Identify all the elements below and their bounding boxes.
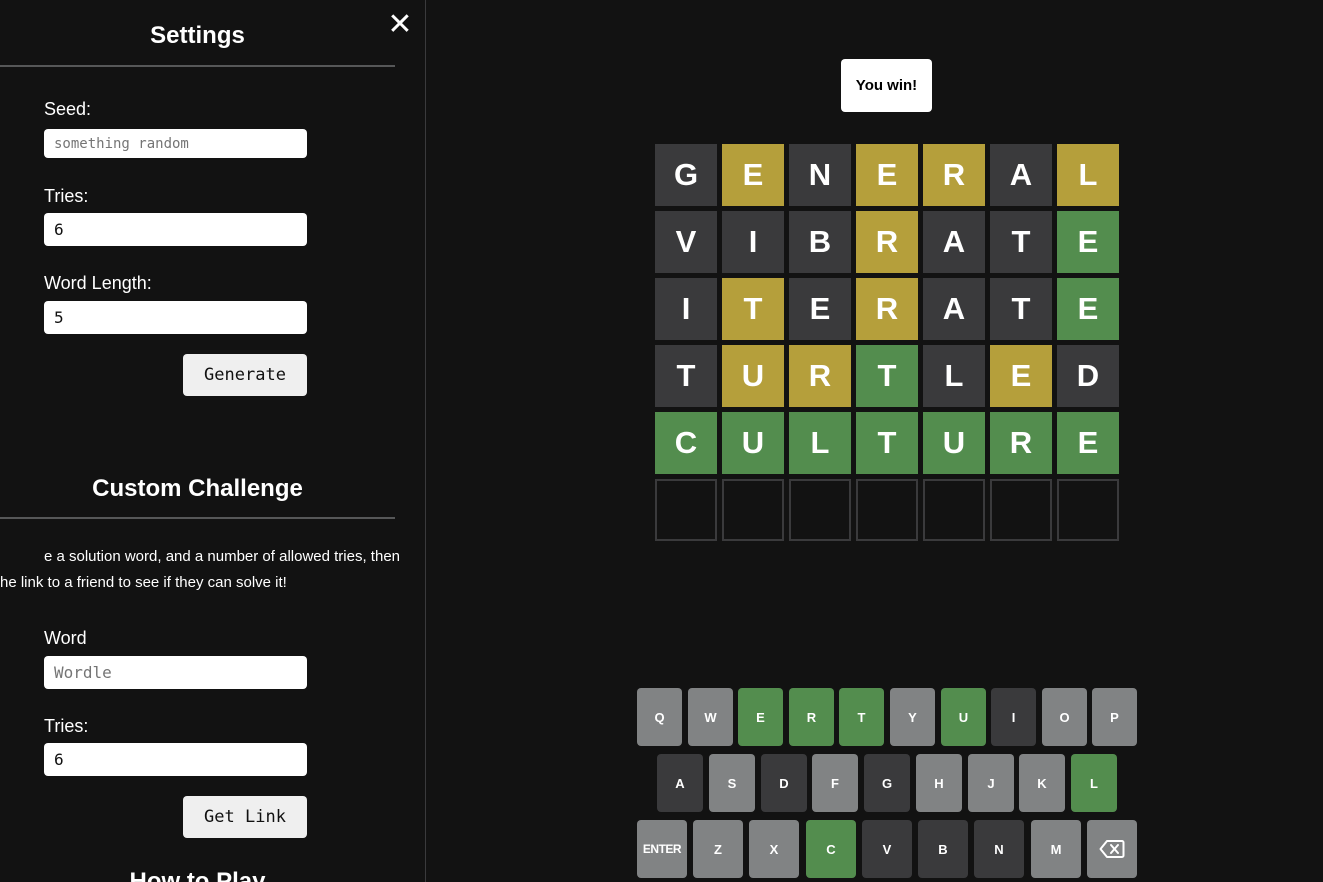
board-tile: T xyxy=(990,278,1052,340)
key-v[interactable]: V xyxy=(862,820,912,878)
key-k[interactable]: K xyxy=(1019,754,1065,812)
board-tile xyxy=(655,479,717,541)
board-tile: T xyxy=(856,345,918,407)
board-tile: R xyxy=(856,211,918,273)
word-length-input[interactable] xyxy=(44,301,307,334)
key-m[interactable]: M xyxy=(1031,820,1081,878)
key-t[interactable]: T xyxy=(839,688,884,746)
board-tile: U xyxy=(923,412,985,474)
board-tile: L xyxy=(789,412,851,474)
board-tile: C xyxy=(655,412,717,474)
custom-challenge-title: Custom Challenge xyxy=(92,475,303,502)
board-tile: A xyxy=(923,278,985,340)
key-a[interactable]: A xyxy=(657,754,703,812)
board-tile: E xyxy=(1057,278,1119,340)
board-tile: E xyxy=(990,345,1052,407)
settings-sidebar: ✕ Settings Seed: Tries: Word Length: Gen… xyxy=(0,0,426,882)
key-y[interactable]: Y xyxy=(890,688,935,746)
board-tile: E xyxy=(1057,211,1119,273)
win-toast: You win! xyxy=(841,59,932,112)
key-h[interactable]: H xyxy=(916,754,962,812)
board-tile: R xyxy=(990,412,1052,474)
board-tile: V xyxy=(655,211,717,273)
board-tile: R xyxy=(856,278,918,340)
key-r[interactable]: R xyxy=(789,688,834,746)
board-tile xyxy=(990,479,1052,541)
board-tile: T xyxy=(655,345,717,407)
board-tile xyxy=(856,479,918,541)
challenge-description-line1: e a solution word, and a number of allow… xyxy=(43,548,400,565)
key-i[interactable]: I xyxy=(991,688,1036,746)
challenge-tries-input[interactable] xyxy=(44,743,307,776)
word-label: Word xyxy=(44,628,87,648)
key-c[interactable]: C xyxy=(806,820,856,878)
challenge-description-line2: he link to a friend to see if they can s… xyxy=(0,574,287,591)
tries-input[interactable] xyxy=(44,213,307,246)
board-tile: U xyxy=(722,345,784,407)
key-w[interactable]: W xyxy=(688,688,733,746)
get-link-button[interactable]: Get Link xyxy=(183,796,307,838)
key-o[interactable]: O xyxy=(1042,688,1087,746)
board-tile: R xyxy=(789,345,851,407)
board-tile: T xyxy=(856,412,918,474)
key-b[interactable]: B xyxy=(918,820,968,878)
board-tile: E xyxy=(1057,412,1119,474)
board-tile: R xyxy=(923,144,985,206)
board-tile: E xyxy=(789,278,851,340)
key-g[interactable]: G xyxy=(864,754,910,812)
key-u[interactable]: U xyxy=(941,688,986,746)
key-q[interactable]: Q xyxy=(637,688,682,746)
key-x[interactable]: X xyxy=(749,820,799,878)
board-tile: L xyxy=(1057,144,1119,206)
board-tile: A xyxy=(990,144,1052,206)
divider xyxy=(0,517,395,519)
board-tile xyxy=(1057,479,1119,541)
word-length-label: Word Length: xyxy=(44,273,152,293)
key-f[interactable]: F xyxy=(812,754,858,812)
how-to-play-title: How to Play xyxy=(129,868,266,882)
divider xyxy=(0,65,395,67)
settings-title: Settings xyxy=(150,22,245,49)
seed-input[interactable] xyxy=(44,129,307,158)
board-tile: G xyxy=(655,144,717,206)
backspace-icon[interactable] xyxy=(1087,820,1137,878)
board-tile: I xyxy=(655,278,717,340)
board-tile: N xyxy=(789,144,851,206)
board-tile: T xyxy=(722,278,784,340)
game-board: GENERALVIBRATEITERATETURTLEDCULTURE xyxy=(655,144,1119,541)
board-tile xyxy=(923,479,985,541)
board-tile xyxy=(789,479,851,541)
key-s[interactable]: S xyxy=(709,754,755,812)
board-tile: I xyxy=(722,211,784,273)
enter-key[interactable]: ENTER xyxy=(637,820,687,878)
key-p[interactable]: P xyxy=(1092,688,1137,746)
board-tile: U xyxy=(722,412,784,474)
board-tile xyxy=(722,479,784,541)
board-tile: L xyxy=(923,345,985,407)
key-z[interactable]: Z xyxy=(693,820,743,878)
board-tile: E xyxy=(856,144,918,206)
board-tile: B xyxy=(789,211,851,273)
key-e[interactable]: E xyxy=(738,688,783,746)
board-tile: E xyxy=(722,144,784,206)
board-tile: T xyxy=(990,211,1052,273)
key-j[interactable]: J xyxy=(968,754,1014,812)
seed-label: Seed: xyxy=(44,99,92,119)
key-l[interactable]: L xyxy=(1071,754,1117,812)
key-n[interactable]: N xyxy=(974,820,1024,878)
word-input[interactable] xyxy=(44,656,307,689)
generate-button[interactable]: Generate xyxy=(183,354,307,396)
challenge-tries-label: Tries: xyxy=(44,716,89,736)
board-tile: D xyxy=(1057,345,1119,407)
tries-label: Tries: xyxy=(44,186,89,206)
key-d[interactable]: D xyxy=(761,754,807,812)
board-tile: A xyxy=(923,211,985,273)
